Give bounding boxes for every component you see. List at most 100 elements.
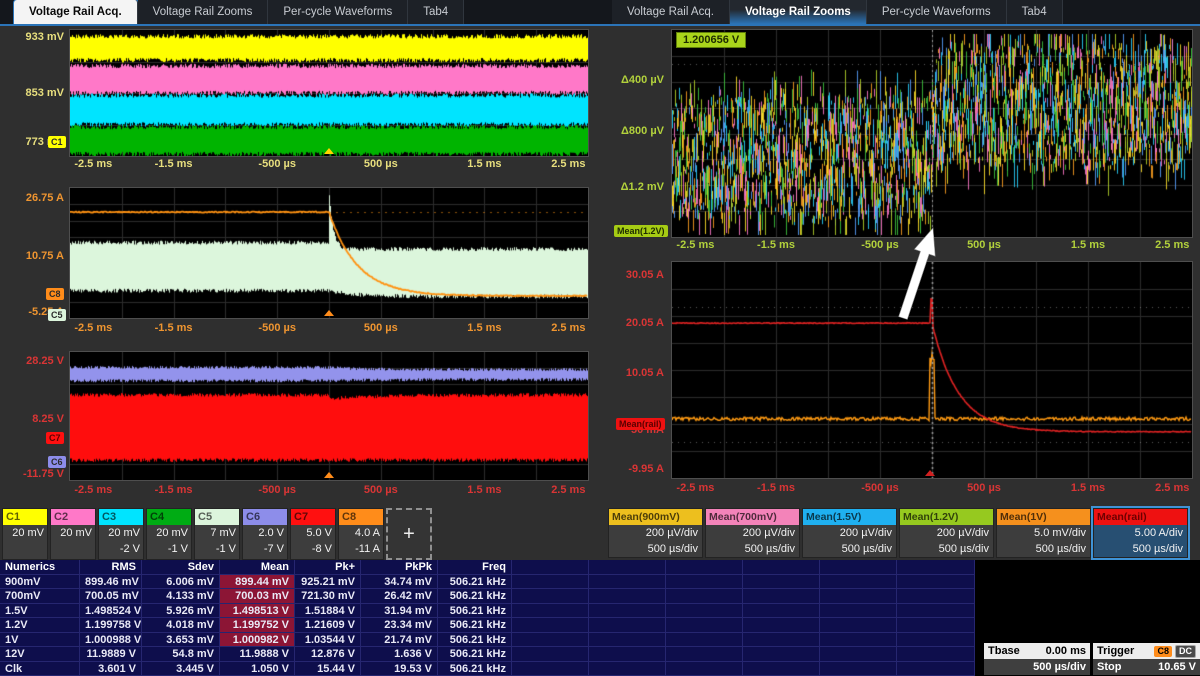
tab-tab4[interactable]: Tab4: [408, 0, 464, 24]
tab-voltage-rail-zooms[interactable]: Voltage Rail Zooms: [138, 0, 269, 24]
mean-badge-mean-rail-[interactable]: Mean(rail)5.00 A/div500 µs/div: [1093, 508, 1188, 558]
numerics-cell: 1.498524 V: [80, 604, 142, 619]
trigger-position-marker[interactable]: [925, 470, 935, 476]
mean-badge-mean-1-5v-[interactable]: Mean(1.5V)200 µV/div500 µs/div: [802, 508, 897, 558]
channel-offset-marker-c8[interactable]: C8: [46, 288, 64, 300]
numerics-empty-cell: [589, 618, 666, 633]
channel-badge-c1[interactable]: C120 mV: [2, 508, 48, 560]
channel-badge-row: C120 mVC220 mVC320 mV-2 VC420 mV-1 VC57 …: [2, 508, 432, 560]
trace-label-mean-1v2[interactable]: Mean(1.2V): [614, 225, 668, 237]
numerics-empty-cell: [820, 589, 897, 604]
channel-badge-c6[interactable]: C62.0 V-7 V: [242, 508, 288, 560]
waveform-canvas-voltage-rails[interactable]: [70, 30, 588, 156]
numerics-cell: 23.34 mV: [361, 618, 438, 633]
zoom-voltage-plot[interactable]: [672, 30, 1192, 237]
channel-badge-c7[interactable]: C75.0 V-8 V: [290, 508, 336, 560]
trigger-position-marker[interactable]: [324, 472, 334, 478]
waveform-canvas-current-zoom[interactable]: [672, 262, 1192, 478]
tab-group-left: Voltage Rail Acq.Voltage Rail ZoomsPer-c…: [14, 0, 464, 24]
time-tick-label: 500 µs: [967, 482, 1001, 494]
numerics-cell: 506.21 kHz: [438, 647, 512, 662]
numerics-cell: 11.9889 V: [80, 647, 142, 662]
channel-badge-title: C2: [51, 509, 95, 525]
mean-badge-mean-900mv-[interactable]: Mean(900mV)200 µV/div500 µs/div: [608, 508, 703, 558]
y-axis-label: Δ1.2 mV: [602, 181, 664, 193]
channel-badge-c2[interactable]: C220 mV: [50, 508, 96, 560]
channel-vdiv: 5.0 V: [291, 525, 335, 541]
tbase-value: 0.00 ms: [1046, 643, 1086, 659]
numerics-empty-cell: [512, 662, 589, 676]
tab-per-cycle-waveforms[interactable]: Per-cycle Waveforms: [867, 0, 1007, 24]
time-tick-label: -1.5 ms: [155, 158, 193, 170]
channel-offset-marker-c5[interactable]: C5: [48, 309, 66, 321]
timebase-box[interactable]: Tbase 0.00 ms 500 µs/div: [984, 643, 1090, 675]
mean-badge-mean-700mv-[interactable]: Mean(700mV)200 µV/div500 µs/div: [705, 508, 800, 558]
numerics-header-cell: Freq: [438, 560, 512, 575]
trigger-label: Trigger: [1097, 643, 1134, 659]
numerics-cell: 1.199752 V: [220, 618, 295, 633]
numerics-cell: 4.133 mV: [142, 589, 220, 604]
acq-voltage-plot[interactable]: [70, 30, 588, 156]
mean-tdiv: 500 µs/div: [609, 541, 702, 557]
trigger-position-marker[interactable]: [324, 310, 334, 316]
numerics-cell: 925.21 mV: [295, 575, 361, 590]
numerics-empty-cell: [897, 604, 975, 619]
trigger-box[interactable]: Trigger C8 DC Stop 10.65 V: [1093, 643, 1200, 675]
mean-vdiv: 200 µV/div: [609, 525, 702, 541]
channel-offset: -2 V: [99, 541, 143, 557]
mean-badge-mean-1-2v-[interactable]: Mean(1.2V)200 µV/div500 µs/div: [899, 508, 994, 558]
numerics-empty-cell: [743, 618, 820, 633]
numerics-cell: 700.03 mV: [220, 589, 295, 604]
numerics-empty-cell: [820, 618, 897, 633]
numerics-header-row: NumericsRMSSdevMeanPk+PkPkFreq: [0, 560, 975, 575]
numerics-empty-cell: [589, 647, 666, 662]
waveform-canvas-voltage-zoom[interactable]: [672, 30, 1192, 237]
cursor-readout: 1.200656 V: [676, 32, 746, 48]
mean-badge-title: Mean(rail): [1094, 509, 1187, 525]
numerics-empty-cell: [666, 604, 743, 619]
numerics-cell: 3.653 mV: [142, 633, 220, 648]
tab-per-cycle-waveforms[interactable]: Per-cycle Waveforms: [268, 0, 408, 24]
tab-voltage-rail-zooms[interactable]: Voltage Rail Zooms: [730, 0, 867, 24]
channel-offset-marker-c6[interactable]: C6: [48, 456, 66, 468]
mean-vdiv: 5.00 A/div: [1094, 525, 1187, 541]
numerics-row: 1.2V1.199758 V4.018 mV1.199752 V1.21609 …: [0, 618, 975, 633]
waveform-canvas-load-current[interactable]: [70, 188, 588, 318]
channel-badge-c3[interactable]: C320 mV-2 V: [98, 508, 144, 560]
numerics-empty-cell: [743, 575, 820, 590]
mean-badge-mean-1v-[interactable]: Mean(1V)5.0 mV/div500 µs/div: [996, 508, 1091, 558]
numerics-cell: Clk: [0, 662, 80, 676]
channel-badge-c5[interactable]: C57 mV-1 V: [194, 508, 240, 560]
numerics-cell: 12.876 V: [295, 647, 361, 662]
tab-bar: Voltage Rail Acq.Voltage Rail ZoomsPer-c…: [0, 0, 1200, 26]
time-tick-label: 1.5 ms: [1071, 239, 1105, 251]
numerics-empty-cell: [512, 589, 589, 604]
waveform-canvas-supply-rails[interactable]: [70, 352, 588, 480]
numerics-empty-cell: [589, 575, 666, 590]
tab-voltage-rail-acq-[interactable]: Voltage Rail Acq.: [14, 0, 138, 24]
time-tick-label: -2.5 ms: [74, 158, 112, 170]
trigger-level: 10.65 V: [1158, 659, 1196, 675]
channel-offset: [51, 541, 95, 557]
tab-tab4[interactable]: Tab4: [1007, 0, 1063, 24]
trigger-position-marker[interactable]: [324, 148, 334, 154]
numerics-cell: 1.636 V: [361, 647, 438, 662]
add-channel-button[interactable]: +: [386, 508, 432, 560]
zoom-current-plot[interactable]: [672, 262, 1192, 478]
numerics-cell: 21.74 mV: [361, 633, 438, 648]
channel-badge-title: C4: [147, 509, 191, 525]
trace-label-mean-rail[interactable]: Mean(rail): [616, 418, 665, 430]
channel-offset-marker-c1[interactable]: C1: [48, 136, 66, 148]
acq-current-plot[interactable]: [70, 188, 588, 318]
acquisition-status: Stop: [1097, 659, 1121, 675]
tab-voltage-rail-acq-[interactable]: Voltage Rail Acq.: [612, 0, 730, 24]
channel-vdiv: 7 mV: [195, 525, 239, 541]
mean-badge-title: Mean(900mV): [609, 509, 702, 525]
channel-badge-c8[interactable]: C84.0 A-11 A: [338, 508, 384, 560]
acq-rails-plot[interactable]: [70, 352, 588, 480]
y-axis-label: Δ800 µV: [602, 125, 664, 137]
channel-offset-marker-c7[interactable]: C7: [46, 432, 64, 444]
numerics-cell: 1V: [0, 633, 80, 648]
time-tick-label: 500 µs: [364, 322, 398, 334]
channel-badge-c4[interactable]: C420 mV-1 V: [146, 508, 192, 560]
